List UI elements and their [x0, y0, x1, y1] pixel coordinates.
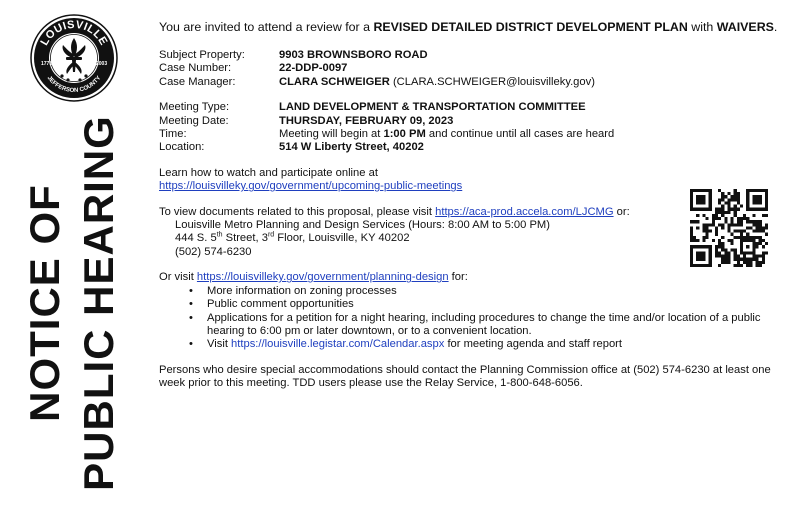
louisville-seal-logo: LOUISVILLE JEFFERSON COUNTY 1778 2003	[30, 14, 118, 102]
case-number-label: Case Number:	[159, 62, 232, 75]
case-number-value: 22-DDP-0097	[279, 62, 348, 75]
case-manager-label: Case Manager:	[159, 75, 236, 88]
meeting-details: Meeting Type: LAND DEVELOPMENT & TRANSPO…	[159, 101, 779, 155]
intro-suffix: .	[773, 20, 778, 34]
notice-title: NOTICE OF PUBLIC HEARING	[12, 115, 132, 491]
seal-right-year: 2003	[96, 61, 107, 67]
office-name: Louisville Metro Planning and Design Ser…	[175, 219, 550, 232]
meeting-time-value: Meeting will begin at 1:00 PM and contin…	[279, 128, 615, 141]
intro-prefix: You are invited to attend a review for a	[159, 20, 374, 34]
accela-link[interactable]: https://aca-prod.accela.com/LJCMG	[435, 206, 613, 218]
meeting-date-label: Meeting Date:	[159, 114, 229, 127]
visit-bullet-list: More information on zoning processes Pub…	[159, 285, 779, 352]
subject-property-value: 9903 BROWNSBORO ROAD	[279, 49, 428, 61]
case-details: Subject Property: 9903 BROWNSBORO ROAD C…	[159, 49, 779, 89]
notice-body: You are invited to attend a review for a…	[159, 20, 779, 391]
seal-left-year: 1778	[41, 61, 52, 67]
planning-design-link[interactable]: https://louisvilleky.gov/government/plan…	[197, 271, 449, 283]
intro-middle: with	[687, 20, 717, 34]
office-address: 444 S. 5th Street, 3rd Floor, Louisville…	[175, 231, 410, 245]
upcoming-meetings-link[interactable]: https://louisvilleky.gov/government/upco…	[159, 180, 462, 192]
documents-suffix: or:	[613, 205, 630, 218]
notice-title-line1: NOTICE OF	[21, 184, 68, 422]
legistar-link[interactable]: https://louisville.legistar.com/Calendar…	[231, 338, 444, 350]
list-item: Applications for a petition for a night …	[189, 312, 779, 339]
online-text: Learn how to watch and participate onlin…	[159, 166, 378, 179]
meeting-date-value: THURSDAY, FEBRUARY 09, 2023	[279, 114, 454, 127]
visit-section: Or visit https://louisvilleky.gov/govern…	[159, 271, 779, 352]
subject-property-label: Subject Property:	[159, 49, 245, 61]
documents-prefix: To view documents related to this propos…	[159, 205, 436, 218]
case-manager-email: (CLARA.SCHWEIGER@louisvilleky.gov)	[389, 75, 595, 88]
intro-paragraph: You are invited to attend a review for a…	[159, 20, 779, 35]
accommodations-paragraph: Persons who desire special accommodation…	[159, 363, 771, 390]
intro-plan-type: REVISED DETAILED DISTRICT DEVELOPMENT PL…	[373, 20, 688, 34]
list-item: More information on zoning processes	[189, 285, 779, 299]
meeting-type-label: Meeting Type:	[159, 101, 230, 114]
meeting-type-value: LAND DEVELOPMENT & TRANSPORTATION COMMIT…	[279, 101, 586, 114]
meeting-location-label: Location:	[159, 141, 205, 154]
notice-title-line2: PUBLIC HEARING	[75, 115, 122, 491]
online-section: Learn how to watch and participate onlin…	[159, 167, 779, 194]
list-item: Public comment opportunities	[189, 298, 779, 312]
case-manager-name: CLARA SCHWEIGER	[279, 75, 390, 88]
meeting-location-value: 514 W Liberty Street, 40202	[279, 141, 424, 154]
qr-code[interactable]	[690, 189, 768, 267]
intro-waivers: WAIVERS	[716, 20, 774, 34]
office-phone: (502) 574-6230	[175, 245, 252, 258]
list-item: Visit https://louisville.legistar.com/Ca…	[189, 338, 779, 352]
visit-suffix: for:	[448, 271, 468, 284]
documents-section: To view documents related to this propos…	[159, 206, 779, 260]
meeting-time-label: Time:	[159, 128, 187, 141]
visit-prefix: Or visit	[159, 271, 197, 284]
